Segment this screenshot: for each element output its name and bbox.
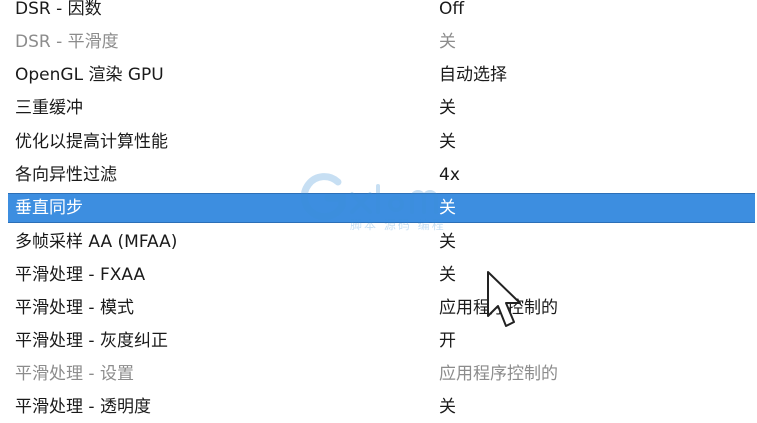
setting-row-opengl-gpu[interactable]: OpenGL 渲染 GPU 自动选择 [8, 61, 755, 89]
setting-label: 多帧采样 AA (MFAA) [15, 232, 178, 252]
settings-list: DSR - 因数 Off DSR - 平滑度 关 OpenGL 渲染 GPU 自… [0, 0, 757, 423]
setting-row-mfaa[interactable]: 多帧采样 AA (MFAA) 关 [8, 228, 755, 256]
setting-value[interactable]: 自动选择 [439, 61, 507, 89]
setting-row-triple-buffering[interactable]: 三重缓冲 关 [8, 94, 755, 122]
setting-label: OpenGL 渲染 GPU [15, 65, 164, 85]
setting-label: 平滑处理 - 灰度纠正 [15, 331, 168, 351]
setting-value[interactable]: 关 [439, 228, 456, 256]
setting-label: 平滑处理 - 设置 [15, 364, 134, 384]
setting-value[interactable]: 开 [439, 327, 456, 355]
setting-row-compute-performance[interactable]: 优化以提高计算性能 关 [8, 128, 755, 156]
setting-value[interactable]: 应用程序控制的 [439, 294, 558, 322]
setting-row-aa-transparency[interactable]: 平滑处理 - 透明度 关 [8, 393, 755, 421]
setting-label: 平滑处理 - 透明度 [15, 397, 151, 417]
setting-row-aa-mode[interactable]: 平滑处理 - 模式 应用程序控制的 [8, 294, 755, 322]
setting-label: 平滑处理 - 模式 [15, 298, 134, 318]
setting-value: 应用程序控制的 [439, 364, 558, 384]
setting-row-fxaa[interactable]: 平滑处理 - FXAA 关 [8, 261, 755, 289]
setting-label: DSR - 因数 [15, 0, 102, 19]
setting-label: 各向异性过滤 [15, 165, 117, 185]
setting-label: 平滑处理 - FXAA [15, 265, 146, 285]
setting-label: 垂直同步 [15, 198, 83, 218]
setting-row-dsr-factor[interactable]: DSR - 因数 Off [8, 0, 755, 23]
setting-row-aa-gamma-correction[interactable]: 平滑处理 - 灰度纠正 开 [8, 327, 755, 355]
setting-value[interactable]: 关 [439, 261, 456, 289]
setting-value[interactable]: 关 [439, 128, 456, 156]
setting-value[interactable]: Off [439, 0, 464, 23]
setting-label: DSR - 平滑度 [15, 32, 119, 52]
setting-row-aa-setting: 平滑处理 - 设置 应用程序控制的 [8, 360, 755, 388]
setting-value[interactable]: 4x [439, 161, 460, 189]
setting-label: 三重缓冲 [15, 98, 83, 118]
setting-row-vsync[interactable]: 垂直同步 关 [8, 193, 755, 223]
setting-value[interactable]: 关 [439, 94, 456, 122]
setting-label: 优化以提高计算性能 [15, 132, 168, 152]
setting-value[interactable]: 关 [439, 393, 456, 421]
setting-row-anisotropic-filtering[interactable]: 各向异性过滤 4x [8, 161, 755, 189]
setting-value[interactable]: 关 [439, 194, 456, 222]
setting-row-dsr-smoothness: DSR - 平滑度 关 [8, 28, 755, 56]
setting-value: 关 [439, 32, 456, 52]
